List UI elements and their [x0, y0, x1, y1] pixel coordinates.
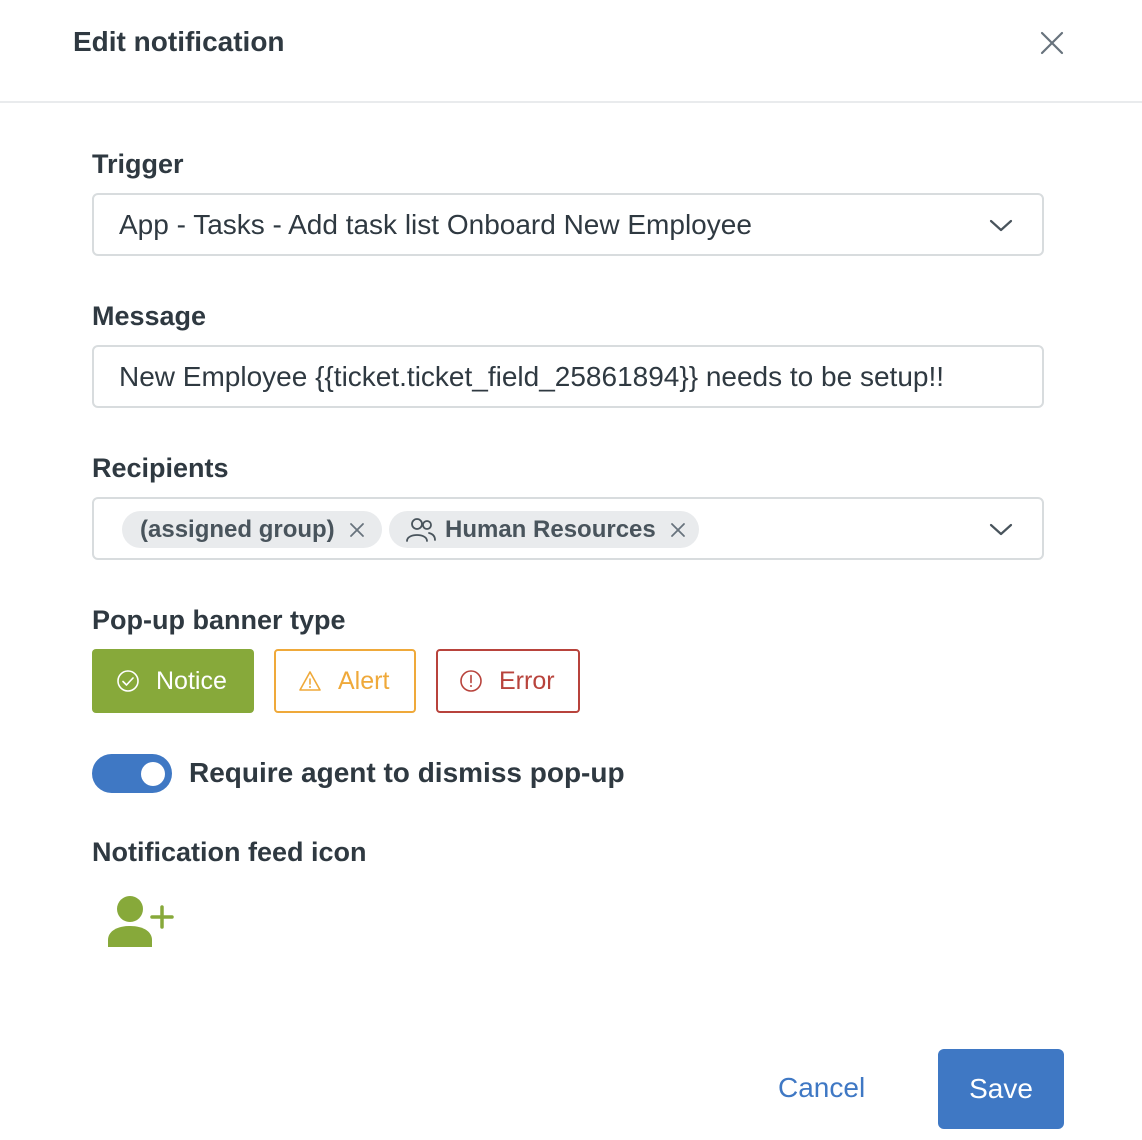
toggle-knob [141, 762, 165, 786]
close-icon[interactable] [1036, 27, 1068, 59]
user-plus-icon[interactable] [106, 894, 174, 948]
check-circle-icon [117, 670, 139, 692]
banner-notice-label: Notice [156, 666, 227, 695]
trigger-select[interactable]: App - Tasks - Add task list Onboard New … [92, 193, 1044, 256]
banner-type-label: Pop-up banner type [92, 605, 346, 635]
save-button[interactable]: Save [938, 1049, 1064, 1129]
trigger-label: Trigger [92, 149, 184, 179]
banner-notice-button[interactable]: Notice [92, 649, 254, 713]
feed-icon-label: Notification feed icon [92, 837, 367, 867]
banner-error-button[interactable]: Error [436, 649, 580, 713]
message-label: Message [92, 301, 207, 331]
banner-error-label: Error [499, 666, 555, 695]
banner-alert-button[interactable]: Alert [274, 649, 416, 713]
banner-alert-label: Alert [338, 666, 390, 695]
message-input[interactable]: New Employee {{ticket.ticket_field_25861… [92, 345, 1044, 408]
recipient-tag-human-resources: Human Resources [389, 511, 699, 548]
dialog-title: Edit notification [73, 26, 285, 57]
remove-tag-icon[interactable] [349, 522, 365, 538]
recipients-multiselect[interactable]: (assigned group) Human Resources [92, 497, 1044, 560]
trigger-value: App - Tasks - Add task list Onboard New … [119, 209, 752, 240]
recipient-tag-label: (assigned group) [140, 515, 335, 543]
dismiss-toggle-label: Require agent to dismiss pop-up [189, 757, 625, 788]
warning-triangle-icon [299, 671, 321, 691]
recipient-tag-assigned-group: (assigned group) [122, 511, 382, 548]
recipients-label: Recipients [92, 453, 229, 483]
message-value: New Employee {{ticket.ticket_field_25861… [119, 361, 945, 392]
chevron-down-icon [989, 523, 1013, 536]
recipient-tag-label: Human Resources [445, 515, 656, 543]
remove-tag-icon[interactable] [670, 522, 686, 538]
dismiss-toggle[interactable] [92, 754, 172, 793]
dialog-header: Edit notification [0, 0, 1142, 103]
chevron-down-icon [989, 219, 1013, 232]
group-icon [406, 517, 436, 542]
error-circle-icon [460, 670, 482, 692]
cancel-button[interactable]: Cancel [778, 1072, 865, 1104]
